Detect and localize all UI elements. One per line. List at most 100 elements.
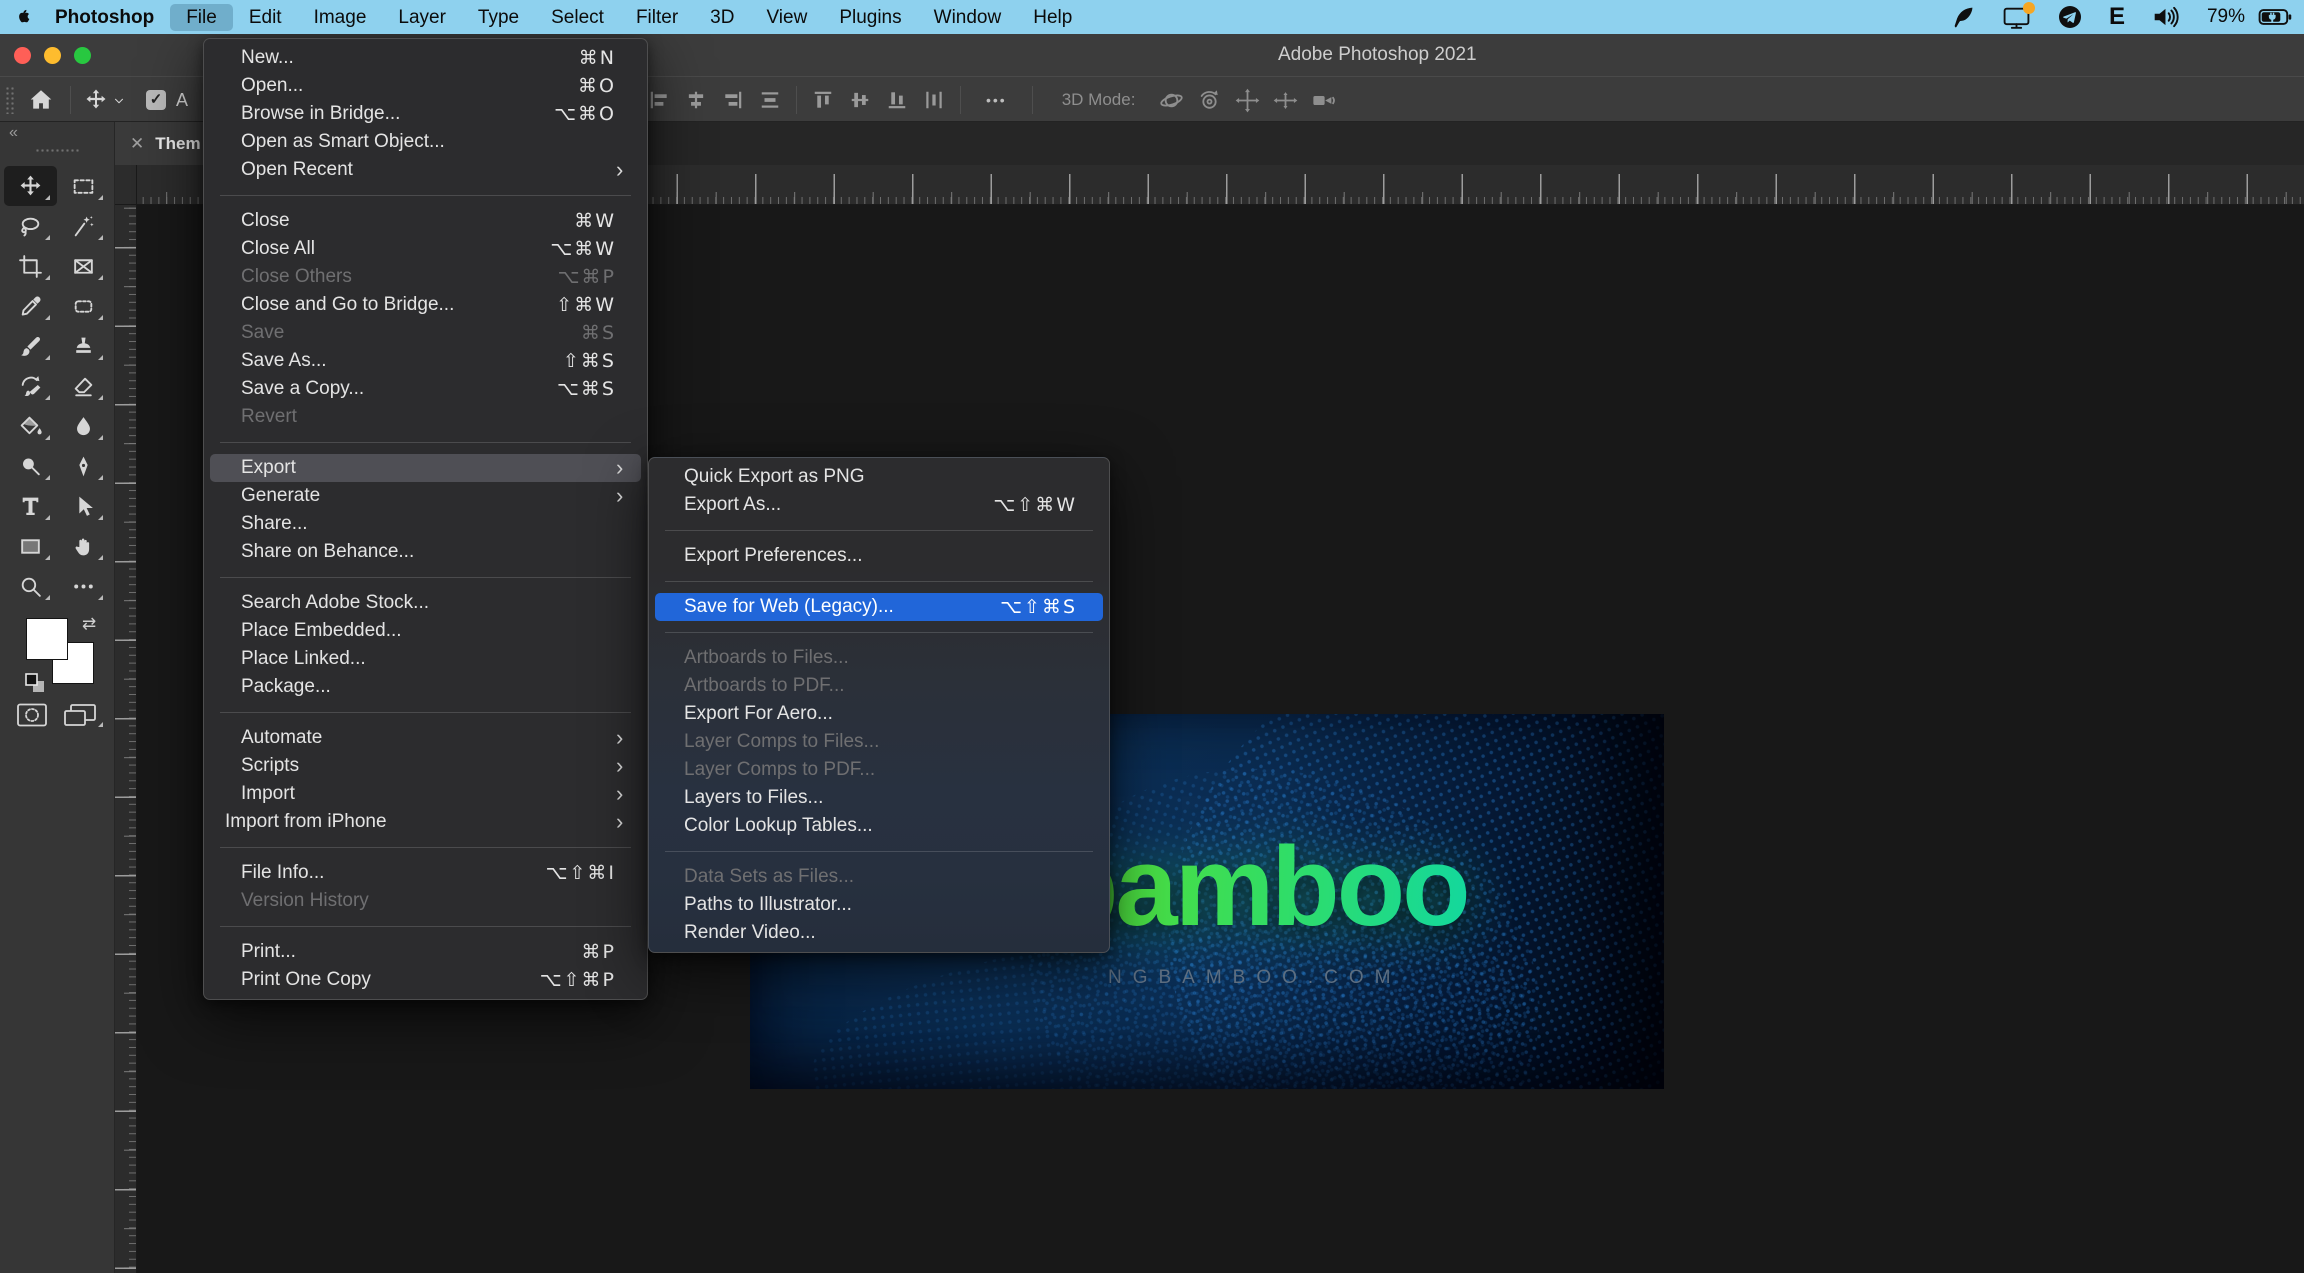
menu-item[interactable]: Version History <box>210 887 641 915</box>
apple-menu-icon[interactable] <box>16 6 35 28</box>
menu-item[interactable]: Import from iPhone › <box>210 808 641 836</box>
menu-item[interactable]: Revert <box>210 403 641 431</box>
pen-tool[interactable] <box>57 446 110 486</box>
menubar-item-plugins[interactable]: Plugins <box>823 4 917 31</box>
window-zoom-button[interactable] <box>74 47 91 64</box>
move-tool[interactable] <box>4 166 57 206</box>
menu-item[interactable]: Close and Go to Bridge... ⇧⌘W <box>210 291 641 319</box>
3d-roll-icon[interactable] <box>1196 87 1223 114</box>
menu-item[interactable]: Print One Copy ⌥⇧⌘P <box>210 966 641 994</box>
clone-stamp-tool[interactable] <box>57 326 110 366</box>
menu-item[interactable]: Paths to Illustrator... <box>655 891 1103 919</box>
patch-tool[interactable] <box>57 286 110 326</box>
menu-item[interactable]: Artboards to PDF... <box>655 672 1103 700</box>
menu-item[interactable]: Generate › <box>210 482 641 510</box>
menu-item[interactable]: Export Preferences... <box>655 542 1103 570</box>
paint-bucket-tool[interactable] <box>4 406 57 446</box>
menu-item[interactable]: New... ⌘N <box>210 44 641 72</box>
3d-camera-icon[interactable] <box>1310 87 1337 114</box>
path-selection-tool[interactable] <box>57 486 110 526</box>
menu-item[interactable]: Layer Comps to Files... <box>655 728 1103 756</box>
zoom-tool[interactable] <box>4 566 57 606</box>
auto-select-checkbox[interactable]: ✓ <box>146 90 166 110</box>
menubar-item-filter[interactable]: Filter <box>620 4 694 31</box>
eyedropper-tool[interactable] <box>4 286 57 326</box>
menu-item[interactable]: Save As... ⇧⌘S <box>210 347 641 375</box>
menu-item[interactable]: Search Adobe Stock... <box>210 589 641 617</box>
menubar-item-3d[interactable]: 3D <box>694 4 750 31</box>
menu-item[interactable]: Close Others ⌥⌘P <box>210 263 641 291</box>
menu-item[interactable]: Close ⌘W <box>210 207 641 235</box>
align-right-icon[interactable] <box>722 89 744 111</box>
tools-panel-grip[interactable] <box>35 148 80 153</box>
menubar-item-type[interactable]: Type <box>462 4 535 31</box>
tab-close-icon[interactable]: ✕ <box>130 134 144 154</box>
menu-item[interactable]: Export For Aero... <box>655 700 1103 728</box>
align-left-icon[interactable] <box>648 89 670 111</box>
quick-mask-icon[interactable] <box>16 702 48 728</box>
window-close-button[interactable] <box>14 47 31 64</box>
slice-tool[interactable] <box>57 246 110 286</box>
menu-item[interactable]: Layer Comps to PDF... <box>655 756 1103 784</box>
window-minimize-button[interactable] <box>44 47 61 64</box>
collapse-panel-icon[interactable]: « <box>9 124 18 142</box>
menu-item[interactable]: Place Linked... <box>210 645 641 673</box>
menu-item[interactable]: Save for Web (Legacy)... ⌥⇧⌘S <box>655 593 1103 621</box>
menu-item[interactable]: Save a Copy... ⌥⌘S <box>210 375 641 403</box>
foreground-color-swatch[interactable] <box>26 618 68 660</box>
align-center-horizontal-icon[interactable] <box>685 89 707 111</box>
menu-item[interactable]: Import › <box>210 780 641 808</box>
menu-item[interactable]: Artboards to Files... <box>655 644 1103 672</box>
crop-tool[interactable] <box>4 246 57 286</box>
lasso-tool[interactable] <box>4 206 57 246</box>
menubar-item-help[interactable]: Help <box>1017 4 1088 31</box>
more-options-icon[interactable]: ••• <box>986 92 1007 108</box>
menu-item[interactable]: Browse in Bridge... ⌥⌘O <box>210 100 641 128</box>
type-tool[interactable] <box>4 486 57 526</box>
menu-item[interactable]: Data Sets as Files... <box>655 863 1103 891</box>
speaker-icon[interactable] <box>2152 4 2180 30</box>
brush-tool[interactable] <box>4 326 57 366</box>
screen-mode-icon[interactable] <box>62 702 98 728</box>
menu-item[interactable]: Package... <box>210 673 641 701</box>
menu-item[interactable]: Print... ⌘P <box>210 938 641 966</box>
align-middle-icon[interactable] <box>849 89 871 111</box>
hand-tool[interactable] <box>57 526 110 566</box>
menu-item[interactable]: Render Video... <box>655 919 1103 947</box>
eraser-tool[interactable] <box>57 366 110 406</box>
menu-item[interactable]: Export As... ⌥⇧⌘W <box>655 491 1103 519</box>
menu-item[interactable]: Share on Behance... <box>210 538 641 566</box>
feather-icon[interactable] <box>1950 5 1975 30</box>
align-bottom-icon[interactable] <box>886 89 908 111</box>
options-bar-grip[interactable] <box>5 86 14 114</box>
menubar-item-image[interactable]: Image <box>298 4 383 31</box>
blur-tool[interactable] <box>57 406 110 446</box>
3d-pan-icon[interactable] <box>1234 87 1261 114</box>
menu-item[interactable]: Close All ⌥⌘W <box>210 235 641 263</box>
menu-item[interactable]: Layers to Files... <box>655 784 1103 812</box>
3d-orbit-icon[interactable] <box>1158 87 1185 114</box>
display-status-wrap[interactable] <box>2002 5 2031 30</box>
swap-colors-icon[interactable]: ⇄ <box>82 614 96 634</box>
menu-item[interactable]: Export › <box>210 454 641 482</box>
menu-item[interactable]: Open... ⌘O <box>210 72 641 100</box>
rectangle-tool[interactable] <box>4 526 57 566</box>
menu-item[interactable]: File Info... ⌥⇧⌘I <box>210 859 641 887</box>
menu-item[interactable]: Save ⌘S <box>210 319 641 347</box>
menu-item[interactable]: Share... <box>210 510 641 538</box>
history-brush-tool[interactable] <box>4 366 57 406</box>
align-top-icon[interactable] <box>812 89 834 111</box>
menu-item[interactable]: Place Embedded... <box>210 617 641 645</box>
3d-slide-icon[interactable] <box>1272 87 1299 114</box>
menubar-item-photoshop[interactable]: Photoshop <box>39 4 170 31</box>
distribute-horizontal-icon[interactable] <box>759 89 781 111</box>
default-colors-icon[interactable] <box>24 672 46 694</box>
battery-icon[interactable] <box>2258 4 2292 30</box>
menubar-item-file[interactable]: File <box>170 4 233 31</box>
menubar-item-select[interactable]: Select <box>535 4 620 31</box>
menu-item[interactable]: Open Recent › <box>210 156 641 184</box>
menubar-item-window[interactable]: Window <box>918 4 1018 31</box>
rectangular-marquee-tool[interactable] <box>57 166 110 206</box>
magic-wand-tool[interactable] <box>57 206 110 246</box>
menu-item[interactable]: Quick Export as PNG <box>655 463 1103 491</box>
